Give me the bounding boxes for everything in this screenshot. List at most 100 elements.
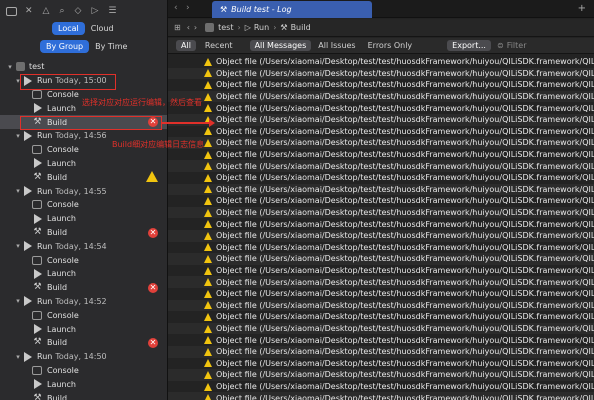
filter-recent[interactable]: Recent [200, 40, 238, 51]
breadcrumb-run[interactable]: Run [254, 23, 269, 32]
log-line[interactable]: Object file (/Users/xiaomai/Desktop/test… [168, 288, 594, 300]
log-line[interactable]: Object file (/Users/xiaomai/Desktop/test… [168, 392, 594, 400]
console-icon [32, 310, 42, 320]
launch-icon [34, 324, 42, 335]
log-line[interactable]: Object file (/Users/xiaomai/Desktop/test… [168, 79, 594, 91]
log-line[interactable]: Object file (/Users/xiaomai/Desktop/test… [168, 183, 594, 196]
tree-build[interactable]: ⚒ Build ✕ [0, 281, 167, 295]
disclosure-icon[interactable]: ▾ [14, 297, 22, 305]
log-line[interactable]: Object file (/Users/xiaomai/Desktop/test… [168, 322, 594, 335]
tab-by-group[interactable]: By Group [40, 40, 90, 53]
tree-run[interactable]: ▾ Run Today, 14:50 [0, 350, 167, 364]
tree-launch[interactable]: Launch [0, 377, 167, 391]
search-icon[interactable]: ⌕ [59, 6, 64, 16]
log-line-text: Object file (/Users/xiaomai/Desktop/test… [216, 231, 594, 241]
log-line[interactable]: Object file (/Users/xiaomai/Desktop/test… [168, 242, 594, 254]
log-line[interactable]: Object file (/Users/xiaomai/Desktop/test… [168, 172, 594, 184]
log-line-text: Object file (/Users/xiaomai/Desktop/test… [216, 289, 594, 299]
tree-launch[interactable]: Launch [0, 322, 167, 336]
tree-build[interactable]: ⚒ Build ✕ [0, 336, 167, 350]
tree-run[interactable]: ▾ Run Today, 14:55 [0, 184, 167, 198]
log-line-text: Object file (/Users/xiaomai/Desktop/test… [216, 219, 594, 229]
filter-all-issues[interactable]: All Issues [313, 40, 360, 51]
diamond-icon[interactable]: ◇ [75, 6, 82, 16]
sidebar-toggle-icon[interactable] [6, 6, 17, 16]
tree-launch[interactable]: Launch [0, 212, 167, 226]
close-icon[interactable]: ✕ [25, 6, 33, 16]
filter-field[interactable]: ⊜ Filter [497, 41, 527, 50]
log-line[interactable]: Object file (/Users/xiaomai/Desktop/test… [168, 358, 594, 370]
disclosure-icon[interactable]: ▾ [6, 63, 14, 71]
log-line[interactable]: Object file (/Users/xiaomai/Desktop/test… [168, 276, 594, 288]
tree-launch[interactable]: Launch [0, 157, 167, 171]
breakpoint-icon[interactable]: ▷ [91, 6, 98, 16]
log-line[interactable]: Object file (/Users/xiaomai/Desktop/test… [168, 253, 594, 265]
filter-errors-only[interactable]: Errors Only [363, 40, 418, 51]
log-line[interactable]: Object file (/Users/xiaomai/Desktop/test… [168, 90, 594, 103]
breadcrumb-build[interactable]: Build [291, 23, 311, 32]
error-badge-icon: ✕ [148, 282, 158, 293]
filter-all[interactable]: All [176, 40, 196, 51]
log-line-text: Object file (/Users/xiaomai/Desktop/test… [216, 115, 594, 125]
log-line[interactable]: Object file (/Users/xiaomai/Desktop/test… [168, 299, 594, 312]
tab-cloud[interactable]: Cloud [85, 22, 120, 35]
log-line[interactable]: Object file (/Users/xiaomai/Desktop/test… [168, 126, 594, 138]
log-line[interactable]: Object file (/Users/xiaomai/Desktop/test… [168, 160, 594, 172]
tree-build[interactable]: ⚒ Build ✕ [0, 226, 167, 240]
log-line[interactable]: Object file (/Users/xiaomai/Desktop/test… [168, 206, 594, 219]
tab-by-time[interactable]: By Time [89, 40, 133, 53]
warning-filter-icon[interactable]: △ [43, 6, 50, 16]
export-button[interactable]: Export... [447, 40, 491, 51]
tree-launch[interactable]: Launch [0, 267, 167, 281]
nav-back-icon[interactable]: ‹ [187, 23, 190, 32]
log-line[interactable]: Object file (/Users/xiaomai/Desktop/test… [168, 311, 594, 323]
tree-console[interactable]: Console [0, 198, 167, 212]
list-icon[interactable]: ☰ [108, 6, 116, 16]
disclosure-icon[interactable]: ▾ [14, 353, 22, 361]
log-line[interactable]: Object file (/Users/xiaomai/Desktop/test… [168, 114, 594, 126]
tree-build[interactable]: ⚒ Build [0, 170, 167, 184]
tab-build-log[interactable]: ⚒ Build test - Log [212, 1, 372, 18]
log-line[interactable]: Object file (/Users/xiaomai/Desktop/test… [168, 102, 594, 114]
nav-forward-icon[interactable]: › [194, 23, 197, 32]
log-line[interactable]: Object file (/Users/xiaomai/Desktop/test… [168, 265, 594, 277]
log-line[interactable]: Object file (/Users/xiaomai/Desktop/test… [168, 149, 594, 161]
log-line-text: Object file (/Users/xiaomai/Desktop/test… [216, 80, 594, 90]
log-line[interactable]: Object file (/Users/xiaomai/Desktop/test… [168, 230, 594, 242]
log-line[interactable]: Object file (/Users/xiaomai/Desktop/test… [168, 346, 594, 358]
tree-run[interactable]: ▾ Run Today, 14:54 [0, 239, 167, 253]
log-line[interactable]: Object file (/Users/xiaomai/Desktop/test… [168, 381, 594, 393]
tree-console[interactable]: Console [0, 308, 167, 322]
log-line-text: Object file (/Users/xiaomai/Desktop/test… [216, 173, 594, 183]
filter-all-messages[interactable]: All Messages [249, 40, 312, 51]
console-label: Console [47, 365, 79, 375]
log-line[interactable]: Object file (/Users/xiaomai/Desktop/test… [168, 334, 594, 346]
tab-forward-icon[interactable]: › [186, 3, 190, 13]
log-line-text: Object file (/Users/xiaomai/Desktop/test… [216, 208, 594, 218]
tree-console[interactable]: Console [0, 253, 167, 267]
disclosure-icon[interactable]: ▾ [14, 132, 22, 140]
launch-label: Launch [47, 103, 76, 113]
breadcrumb-test[interactable]: test [218, 23, 233, 32]
disclosure-icon[interactable]: ▾ [14, 187, 22, 195]
warning-icon [204, 138, 212, 147]
log-line[interactable]: Object file (/Users/xiaomai/Desktop/test… [168, 67, 594, 80]
log-line[interactable]: Object file (/Users/xiaomai/Desktop/test… [168, 195, 594, 207]
tab-local[interactable]: Local [52, 22, 85, 35]
tree-console[interactable]: Console [0, 364, 167, 378]
log-line-text: Object file (/Users/xiaomai/Desktop/test… [216, 92, 594, 102]
log-line[interactable]: Object file (/Users/xiaomai/Desktop/test… [168, 218, 594, 230]
disclosure-icon[interactable]: ▾ [14, 242, 22, 250]
grid-icon[interactable]: ⊞ [174, 23, 181, 32]
tree-run[interactable]: ▾ Run Today, 14:52 [0, 295, 167, 309]
log-line[interactable]: Object file (/Users/xiaomai/Desktop/test… [168, 56, 594, 68]
tab-back-icon[interactable]: ‹ [174, 3, 178, 13]
warning-icon [204, 266, 212, 275]
add-tab-icon[interactable]: + [578, 3, 586, 14]
log-line[interactable]: Object file (/Users/xiaomai/Desktop/test… [168, 369, 594, 381]
run-label: Run [37, 186, 53, 196]
log-line[interactable]: Object file (/Users/xiaomai/Desktop/test… [168, 137, 594, 149]
tree-root[interactable]: ▾ test [0, 60, 167, 74]
tree-build[interactable]: ⚒ Build [0, 391, 167, 400]
error-badge-icon: ✕ [148, 227, 158, 238]
